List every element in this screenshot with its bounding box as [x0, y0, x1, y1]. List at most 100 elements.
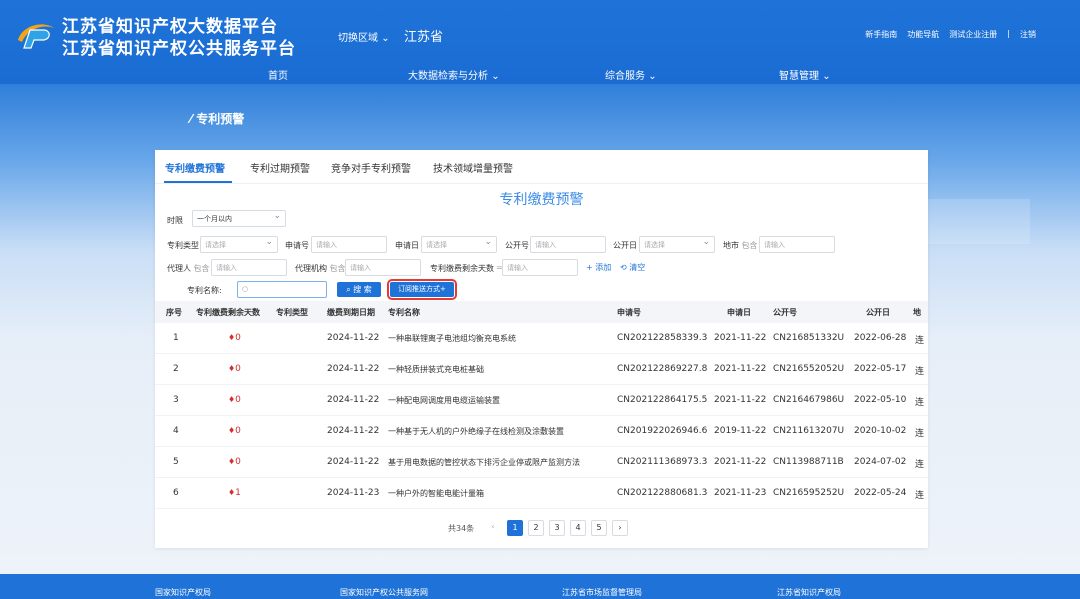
footer-link-jsip[interactable]: 江苏省知识产权局 [777, 587, 841, 598]
site-title: 江苏省知识产权大数据平台 江苏省知识产权公共服务平台 [62, 16, 296, 60]
page-button-4[interactable]: 4 [570, 520, 586, 536]
link-guide[interactable]: 新手指南 [865, 29, 897, 40]
cell-name[interactable]: 基于用电数据的管控状态下排污企业停或限产监测方法 [388, 457, 580, 468]
col-pub-no: 公开号 [773, 308, 797, 317]
table-row[interactable]: 3 ♦0 2024-11-22 一种配电网调度用电缆运输装置 CN2021228… [155, 385, 928, 416]
cell-name[interactable]: 一种轻质拼装式充电桩基础 [388, 364, 484, 375]
cell-address: 连 [915, 367, 925, 377]
tab-expiry-warning[interactable]: 专利过期预警 [250, 160, 310, 175]
next-page-button[interactable]: › [612, 520, 628, 536]
nav-home[interactable]: 首页 [268, 67, 288, 82]
cell-name[interactable]: 一种串联锂离子电池组均衡充电系统 [388, 333, 516, 344]
address-input[interactable]: 请输入 [759, 236, 835, 253]
cell-due: 2024-11-22 [327, 395, 380, 405]
cell-pub-no: CN216467986U [773, 395, 845, 405]
cell-name[interactable]: 一种户外的智能电能计量箱 [388, 488, 484, 499]
footer-link-cnipa[interactable]: 国家知识产权局 [155, 587, 211, 598]
app-date-select[interactable]: 请选择 [421, 236, 497, 253]
cell-name[interactable]: 一种基于无人机的户外绝缘子在线检测及涂敷装置 [388, 426, 564, 437]
patent-type-select[interactable]: 请选择 [200, 236, 278, 253]
time-select[interactable]: 一个月以内 [192, 210, 286, 227]
top-header: 江苏省知识产权大数据平台 江苏省知识产权公共服务平台 切换区域 ⌄ 江苏省 新手… [0, 0, 1080, 84]
contains-text: 包含 [329, 264, 346, 273]
agency-label: 代理机构 包含 [295, 263, 346, 274]
cell-due: 2024-11-22 [327, 333, 380, 343]
page-button-5[interactable]: 5 [591, 520, 607, 536]
cell-days-value: 1 [235, 488, 241, 498]
patent-type-label: 专利类型 [167, 241, 199, 250]
active-tab-indicator [164, 181, 232, 183]
link-logout[interactable]: 注销 [1020, 29, 1036, 40]
table-row[interactable]: 2 ♦0 2024-11-22 一种轻质拼装式充电桩基础 CN202122869… [155, 354, 928, 385]
cell-days: ♦1 [228, 488, 241, 498]
page-button-3[interactable]: 3 [549, 520, 565, 536]
pub-no-input[interactable]: 请输入 [530, 236, 606, 253]
cell-address: 连 [915, 336, 925, 346]
cell-address: 连 [915, 491, 925, 501]
table-row[interactable]: 5 ♦0 2024-11-22 基于用电数据的管控状态下排污企业停或限产监测方法… [155, 447, 928, 478]
time-label: 时限 [167, 216, 183, 225]
tab-fee-warning[interactable]: 专利缴费预警 [165, 160, 225, 175]
cell-due: 2024-11-22 [327, 457, 380, 467]
nav-home-label: 首页 [268, 71, 288, 82]
col-app-no: 申请号 [617, 308, 641, 317]
cell-pub-no: CN113988711B [773, 457, 844, 467]
nav-services[interactable]: 综合服务 ⌄ [605, 67, 657, 82]
footer-link-market[interactable]: 江苏省市场监督管理局 [562, 587, 642, 598]
footer-link-ipservice[interactable]: 国家知识产权公共服务网 [340, 587, 428, 598]
page-button-1[interactable]: 1 [507, 520, 523, 536]
subscribe-push-button[interactable]: 订阅推送方式+ [387, 279, 457, 300]
chevron-down-icon: ⌄ [648, 71, 657, 82]
page-button-2[interactable]: 2 [528, 520, 544, 536]
cell-pub-date: 2022-05-10 [854, 395, 907, 405]
patent-name-label: 专利名称: [187, 286, 222, 295]
pub-date-select[interactable]: 请选择 [639, 236, 715, 253]
cell-pub-date: 2022-05-17 [854, 364, 907, 374]
cell-due: 2024-11-22 [327, 364, 380, 374]
nav-smart[interactable]: 智慧管理 ⌄ [779, 67, 831, 82]
contains-text: 包含 [741, 241, 758, 250]
cell-app-no: CN202111368973.3 [617, 457, 708, 467]
region-switch-button[interactable]: 切换区域 ⌄ [338, 29, 390, 44]
table-row[interactable]: 1 ♦0 2024-11-22 一种串联锂离子电池组均衡充电系统 CN20212… [155, 323, 928, 354]
pagination: 共34条 ‹ 1 2 3 4 5 › [155, 520, 928, 538]
nav-bigdata[interactable]: 大数据检索与分析 ⌄ [408, 67, 500, 82]
main-nav: 首页 大数据检索与分析 ⌄ 综合服务 ⌄ 智慧管理 ⌄ [0, 64, 1080, 84]
col-no: 序号 [166, 308, 182, 317]
cell-days-value: 0 [235, 364, 241, 374]
link-nav[interactable]: 功能导航 [907, 29, 939, 40]
fee-days-input[interactable]: 请输入 [502, 259, 578, 276]
table-row[interactable]: 4 ♦0 2024-11-22 一种基于无人机的户外绝缘子在线检测及涂敷装置 C… [155, 416, 928, 447]
cell-app-no: CN201922026946.6 [617, 426, 708, 436]
cell-no: 2 [173, 364, 179, 374]
link-register[interactable]: 测试企业注册 [949, 29, 997, 40]
chevron-down-icon: ⌄ [822, 71, 831, 82]
cell-days: ♦0 [228, 364, 241, 374]
prev-page-button[interactable]: ‹ [485, 520, 501, 536]
fee-days-label: 专利缴费剩余天数 [430, 264, 494, 273]
cell-address: 连 [915, 429, 925, 439]
add-condition-button[interactable]: + 添加 [586, 262, 611, 273]
nav-bigdata-label: 大数据检索与分析 [408, 71, 488, 82]
search-button-label: 搜 索 [353, 285, 372, 294]
tab-competitor-warning[interactable]: 竞争对手专利预警 [331, 160, 411, 175]
agent-person-input[interactable]: 请输入 [211, 259, 287, 276]
cell-app-no: CN202122858339.3 [617, 333, 708, 343]
cell-app-date: 2019-11-22 [714, 426, 767, 436]
agency-input[interactable]: 请输入 [345, 259, 421, 276]
search-button[interactable]: ⌕ 搜 索 [337, 282, 381, 297]
pub-date-label: 公开日 [613, 241, 637, 250]
cell-no: 1 [173, 333, 179, 343]
col-pub-date: 公开日 [866, 308, 890, 317]
cell-app-date: 2021-11-23 [714, 488, 767, 498]
clear-label: 清空 [629, 263, 646, 272]
patent-name-input[interactable]: ○ [237, 281, 327, 298]
table-row[interactable]: 6 ♦1 2024-11-23 一种户外的智能电能计量箱 CN202122880… [155, 478, 928, 509]
app-no-input[interactable]: 请输入 [311, 236, 387, 253]
separator: | [1007, 29, 1010, 38]
pub-no-label: 公开号 [505, 241, 529, 250]
clear-button[interactable]: ⟲ 清空 [620, 262, 645, 273]
tab-tech-warning[interactable]: 技术领域增量预警 [433, 160, 513, 175]
cell-no: 5 [173, 457, 179, 467]
cell-name[interactable]: 一种配电网调度用电缆运输装置 [388, 395, 500, 406]
